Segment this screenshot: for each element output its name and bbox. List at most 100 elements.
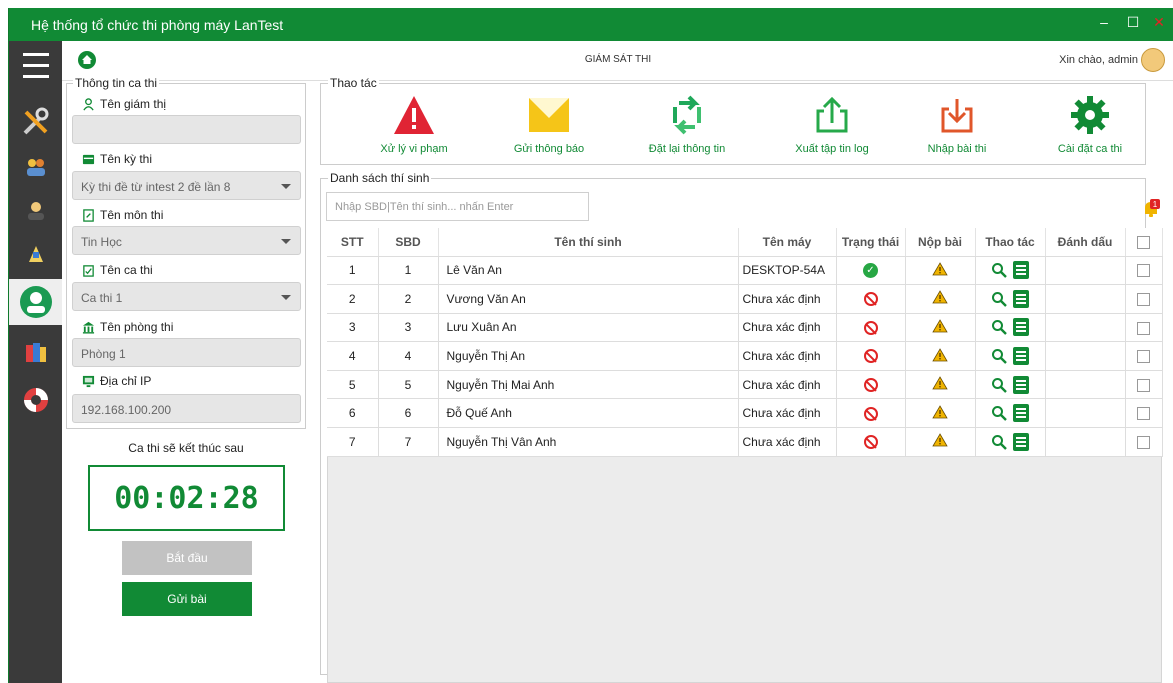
document-icon[interactable] xyxy=(1013,432,1029,451)
document-icon[interactable] xyxy=(1013,318,1029,337)
notification-bell-icon[interactable]: 1 xyxy=(1142,199,1160,222)
col-submitted[interactable]: Nộp bài xyxy=(905,228,976,257)
import-action[interactable]: Nhập bài thi xyxy=(897,93,1017,155)
exam-label: Tên kỳ thi xyxy=(82,152,152,166)
subject-icon xyxy=(83,208,94,222)
col-actions[interactable]: Thao tác xyxy=(975,228,1046,257)
lifebuoy-icon[interactable] xyxy=(9,380,62,420)
cell-sbd: 6 xyxy=(378,398,439,429)
row-checkbox[interactable] xyxy=(1125,398,1163,429)
offline-block-icon xyxy=(863,435,878,450)
network-icon xyxy=(82,375,95,387)
row-checkbox[interactable] xyxy=(1125,370,1163,400)
table-row[interactable]: 2 2 Vương Văn An Chưa xác định xyxy=(327,284,1163,314)
select-all-checkbox[interactable] xyxy=(1125,228,1163,257)
cell-mark[interactable] xyxy=(1045,256,1126,286)
row-checkbox[interactable] xyxy=(1125,341,1163,371)
timer-title: Ca thi sẽ kết thúc sau xyxy=(128,441,244,455)
proctor-label: Tên giám thị xyxy=(82,97,166,111)
ticket-icon[interactable] xyxy=(9,234,62,274)
avatar[interactable] xyxy=(1141,48,1165,72)
subject-select[interactable]: Tin Học xyxy=(72,226,301,255)
search-icon[interactable] xyxy=(991,434,1007,450)
warning-small-icon xyxy=(932,262,948,276)
warning-icon xyxy=(394,96,434,134)
table-row[interactable]: 6 6 Đỗ Quế Anh Chưa xác định xyxy=(327,398,1163,429)
room-field[interactable]: Phòng 1 xyxy=(72,338,301,367)
cell-mark[interactable] xyxy=(1045,313,1126,343)
violation-action[interactable]: Xử lý vi phạm xyxy=(354,93,474,155)
top-bar: GIÁM SÁT THI Xin chào, admin xyxy=(62,41,1173,81)
proctor-field[interactable] xyxy=(72,115,301,144)
reset-action[interactable]: Đặt lại thông tin xyxy=(627,93,747,155)
search-icon[interactable] xyxy=(991,262,1007,279)
search-input[interactable]: Nhập SBD|Tên thí sinh... nhấn Enter xyxy=(326,192,589,221)
col-status[interactable]: Trạng thái xyxy=(836,228,906,257)
table-row[interactable]: 5 5 Nguyễn Thị Mai Anh Chưa xác định xyxy=(327,370,1163,400)
title-bar: Hệ thống tổ chức thi phòng máy LanTest ‒… xyxy=(9,8,1173,41)
cell-sbd: 1 xyxy=(378,256,439,286)
close-button[interactable]: ✕ xyxy=(1149,14,1169,31)
settings-action[interactable]: Cài đặt ca thi xyxy=(1030,93,1150,155)
table-row[interactable]: 7 7 Nguyễn Thị Vân Anh Chưa xác định xyxy=(327,427,1163,457)
cell-mark[interactable] xyxy=(1045,370,1126,400)
reset-label: Đặt lại thông tin xyxy=(648,143,726,155)
warning-small-icon xyxy=(932,376,948,390)
cell-submitted xyxy=(905,341,976,371)
ip-field[interactable]: 192.168.100.200 xyxy=(72,394,301,423)
table-row[interactable]: 3 3 Lưu Xuân An Chưa xác định xyxy=(327,313,1163,343)
search-icon[interactable] xyxy=(991,377,1007,393)
offline-block-icon xyxy=(863,406,878,421)
document-icon[interactable] xyxy=(1013,347,1029,366)
tools-icon[interactable] xyxy=(9,102,62,142)
submit-button[interactable]: Gửi bài xyxy=(122,582,252,616)
cell-actions xyxy=(975,313,1046,343)
notify-action[interactable]: Gửi thông báo xyxy=(489,93,609,155)
users-icon[interactable] xyxy=(9,147,62,187)
document-icon[interactable] xyxy=(1013,375,1029,394)
col-mark[interactable]: Đánh dấu xyxy=(1045,228,1126,257)
warning-small-icon xyxy=(932,290,948,304)
document-icon[interactable] xyxy=(1013,404,1029,423)
export-action[interactable]: Xuất tập tin log xyxy=(772,93,892,155)
cell-machine: Chưa xác định xyxy=(738,427,837,457)
teacher-icon[interactable] xyxy=(9,191,62,231)
table-row[interactable]: 4 4 Nguyễn Thị An Chưa xác định xyxy=(327,341,1163,371)
cell-submitted xyxy=(905,427,976,457)
cell-mark[interactable] xyxy=(1045,398,1126,429)
row-checkbox[interactable] xyxy=(1125,284,1163,314)
minimize-button[interactable]: ‒ xyxy=(1094,14,1114,30)
cell-actions xyxy=(975,284,1046,314)
row-checkbox[interactable] xyxy=(1125,256,1163,286)
exam-select[interactable]: Kỳ thi đề từ intest 2 đề lần 8 xyxy=(72,171,301,200)
start-button[interactable]: Bắt đầu xyxy=(122,541,252,575)
greeting-text: Xin chào, admin xyxy=(1059,54,1138,66)
search-icon[interactable] xyxy=(991,348,1007,364)
col-name[interactable]: Tên thí sinh xyxy=(438,228,739,257)
cell-mark[interactable] xyxy=(1045,341,1126,371)
violation-label: Xử lý vi phạm xyxy=(380,143,448,155)
shift-select[interactable]: Ca thi 1 xyxy=(72,282,301,311)
maximize-button[interactable]: ☐ xyxy=(1123,14,1143,31)
row-checkbox[interactable] xyxy=(1125,427,1163,457)
cell-machine: Chưa xác định xyxy=(738,341,837,371)
menu-icon[interactable] xyxy=(9,45,62,85)
search-icon[interactable] xyxy=(991,291,1007,307)
search-icon[interactable] xyxy=(991,405,1007,422)
warning-small-icon xyxy=(932,347,948,361)
table-row[interactable]: 1 1 Lê Văn An DESKTOP-54A ✓ xyxy=(327,256,1163,286)
search-icon[interactable] xyxy=(991,319,1007,336)
col-stt[interactable]: STT xyxy=(327,228,379,257)
offline-block-icon xyxy=(863,320,878,335)
book-icon[interactable] xyxy=(9,333,62,373)
cell-mark[interactable] xyxy=(1045,427,1126,457)
col-sbd[interactable]: SBD xyxy=(378,228,439,257)
document-icon[interactable] xyxy=(1013,289,1029,308)
cell-machine: Chưa xác định xyxy=(738,313,837,343)
cell-machine: Chưa xác định xyxy=(738,398,837,429)
document-icon[interactable] xyxy=(1013,261,1029,280)
cell-mark[interactable] xyxy=(1045,284,1126,314)
col-machine[interactable]: Tên máy xyxy=(738,228,837,257)
proctor-icon[interactable] xyxy=(9,279,62,325)
row-checkbox[interactable] xyxy=(1125,313,1163,343)
